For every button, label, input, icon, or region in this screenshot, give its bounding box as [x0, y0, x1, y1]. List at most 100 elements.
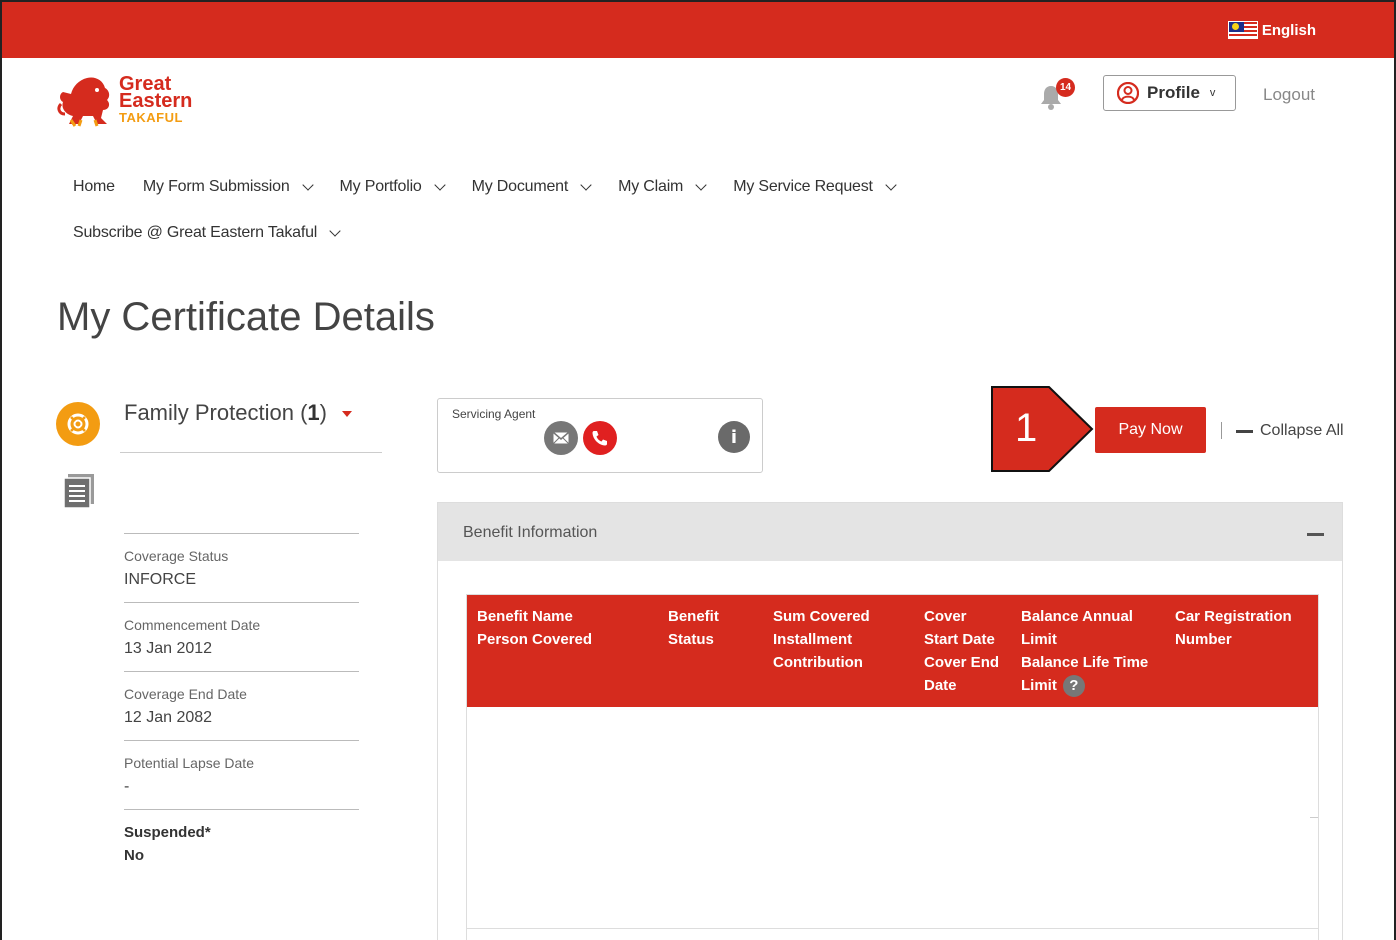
- plan-count-close: ): [319, 400, 327, 425]
- header-line: Contribution: [773, 654, 863, 671]
- divider: [1310, 817, 1318, 818]
- detail-coverage-end-date: Coverage End Date 12 Jan 2082: [124, 671, 359, 740]
- collapse-icon[interactable]: [1307, 533, 1324, 536]
- header-line: Benefit Name: [477, 608, 573, 625]
- top-bar: English: [2, 2, 1394, 58]
- brand-logo[interactable]: Great Eastern TAKAFUL: [57, 74, 192, 128]
- benefit-information-panel: Benefit Information Benefit Name Person …: [437, 502, 1343, 940]
- header-line: Number: [1175, 631, 1232, 648]
- nav-my-document-label: My Document: [471, 178, 569, 195]
- brand-line-2: Eastern: [119, 90, 193, 112]
- step-number: 1: [1015, 406, 1038, 450]
- header-line: Limit: [1021, 631, 1057, 648]
- envelope-glyph-icon: [553, 432, 569, 444]
- detail-label: Coverage End Date: [124, 686, 247, 702]
- app-window: English Great Eastern TAKAFUL 14 Profile…: [0, 0, 1396, 940]
- profile-dropdown[interactable]: Profile v: [1103, 75, 1236, 111]
- nav-my-form-submission-label: My Form Submission: [142, 178, 290, 195]
- nav-my-portfolio[interactable]: My Portfolio: [339, 178, 446, 196]
- nav-my-document[interactable]: My Document: [471, 178, 592, 196]
- detail-value: No: [124, 847, 144, 864]
- phone-icon[interactable]: [583, 421, 617, 455]
- nav-home[interactable]: Home: [73, 178, 115, 196]
- certificate-details: Coverage Status INFORCE Commencement Dat…: [124, 533, 359, 878]
- header-line: Installment: [773, 631, 853, 648]
- brand-line-3: TAKAFUL: [119, 110, 183, 125]
- nav-my-service-request-label: My Service Request: [733, 178, 873, 195]
- nav-home-label: Home: [73, 178, 115, 195]
- collapse-all-label: Collapse All: [1260, 422, 1344, 439]
- detail-coverage-status: Coverage Status INFORCE: [124, 533, 359, 602]
- header-line: Person Covered: [477, 631, 593, 648]
- table-header: Benefit Name Person Covered Benefit Stat…: [467, 595, 1318, 707]
- column-header-benefit-status: Benefit Status: [668, 605, 719, 651]
- header-line: Cover End: [924, 654, 1000, 671]
- collapse-all-button[interactable]: Collapse All: [1236, 422, 1344, 440]
- document-list-icon[interactable]: [62, 474, 96, 510]
- lifebuoy-icon[interactable]: [56, 402, 100, 446]
- header-line: Start Date: [924, 631, 995, 648]
- header-line: Status: [668, 631, 714, 648]
- column-header-balance-limit: Balance Annual Limit Balance Life Time L…: [1021, 605, 1149, 698]
- header-line: Cover: [924, 608, 967, 625]
- nav-my-service-request[interactable]: My Service Request: [733, 178, 897, 196]
- plan-count: 1: [307, 400, 320, 425]
- nav-my-portfolio-label: My Portfolio: [339, 178, 422, 195]
- chevron-down-icon: [329, 225, 341, 237]
- main-nav: Home My Form Submission My Portfolio My …: [73, 176, 1073, 244]
- chevron-down-icon: [433, 179, 446, 191]
- detail-label: Suspended*: [124, 824, 211, 841]
- detail-potential-lapse-date: Potential Lapse Date -: [124, 740, 359, 809]
- lifebuoy-glyph-icon: [67, 413, 89, 435]
- column-header-car-registration: Car Registration Number: [1175, 605, 1292, 651]
- user-circle-icon: [1117, 82, 1139, 104]
- header-line: Balance Annual: [1021, 608, 1133, 625]
- step-callout-arrow: [991, 386, 1094, 472]
- divider: [1221, 422, 1222, 439]
- email-icon[interactable]: [544, 421, 578, 455]
- header-line: Balance Life Time: [1021, 654, 1149, 671]
- detail-label: Coverage Status: [124, 548, 229, 564]
- caret-down-icon: [341, 411, 352, 417]
- plan-selector[interactable]: Family Protection (1): [124, 400, 352, 426]
- nav-my-claim[interactable]: My Claim: [618, 178, 707, 196]
- notification-badge[interactable]: 14: [1056, 78, 1075, 97]
- divider: [120, 452, 382, 453]
- detail-label: Commencement Date: [124, 617, 261, 633]
- detail-value: 13 Jan 2012: [124, 640, 213, 657]
- pay-now-button[interactable]: Pay Now: [1095, 407, 1206, 453]
- chevron-down-icon: [885, 179, 897, 191]
- detail-value: INFORCE: [124, 571, 196, 588]
- minus-icon: [1236, 429, 1253, 433]
- help-icon[interactable]: ?: [1062, 675, 1085, 698]
- chevron-down-icon: [695, 179, 707, 191]
- header-line-text: Limit: [1021, 677, 1057, 694]
- header-line: Sum Covered: [773, 608, 870, 625]
- benefit-information-header[interactable]: Benefit Information: [438, 503, 1342, 561]
- nav-my-claim-label: My Claim: [618, 178, 684, 195]
- plan-name: Family Protection: [124, 400, 294, 425]
- servicing-agent-card: Servicing Agent i: [437, 398, 763, 473]
- detail-value: -: [124, 778, 130, 795]
- detail-label: Potential Lapse Date: [124, 755, 254, 771]
- column-header-sum-covered: Sum Covered Installment Contribution: [773, 605, 870, 674]
- nav-subscribe[interactable]: Subscribe @ Great Eastern Takaful: [73, 224, 341, 242]
- logout-link[interactable]: Logout: [1263, 85, 1315, 105]
- detail-suspended: Suspended* No: [124, 809, 359, 878]
- language-switcher[interactable]: English: [1227, 21, 1316, 39]
- malaysia-flag-icon: [1227, 21, 1258, 39]
- nav-subscribe-label: Subscribe @ Great Eastern Takaful: [73, 224, 318, 241]
- chevron-down-icon: [301, 179, 314, 191]
- divider: [467, 928, 1318, 929]
- info-icon[interactable]: i: [718, 421, 750, 453]
- chevron-down-icon: v: [1209, 87, 1216, 99]
- header-line: Limit?: [1021, 674, 1148, 698]
- column-header-cover-dates: Cover Start Date Cover End Date: [924, 605, 999, 697]
- phone-glyph-icon: [592, 431, 607, 446]
- benefit-information-title: Benefit Information: [463, 524, 598, 541]
- detail-commencement-date: Commencement Date 13 Jan 2012: [124, 602, 359, 671]
- column-header-benefit-name: Benefit Name Person Covered: [477, 605, 592, 651]
- plan-count-open: (: [300, 400, 308, 425]
- nav-my-form-submission[interactable]: My Form Submission: [142, 178, 314, 196]
- detail-value: 12 Jan 2082: [124, 709, 213, 726]
